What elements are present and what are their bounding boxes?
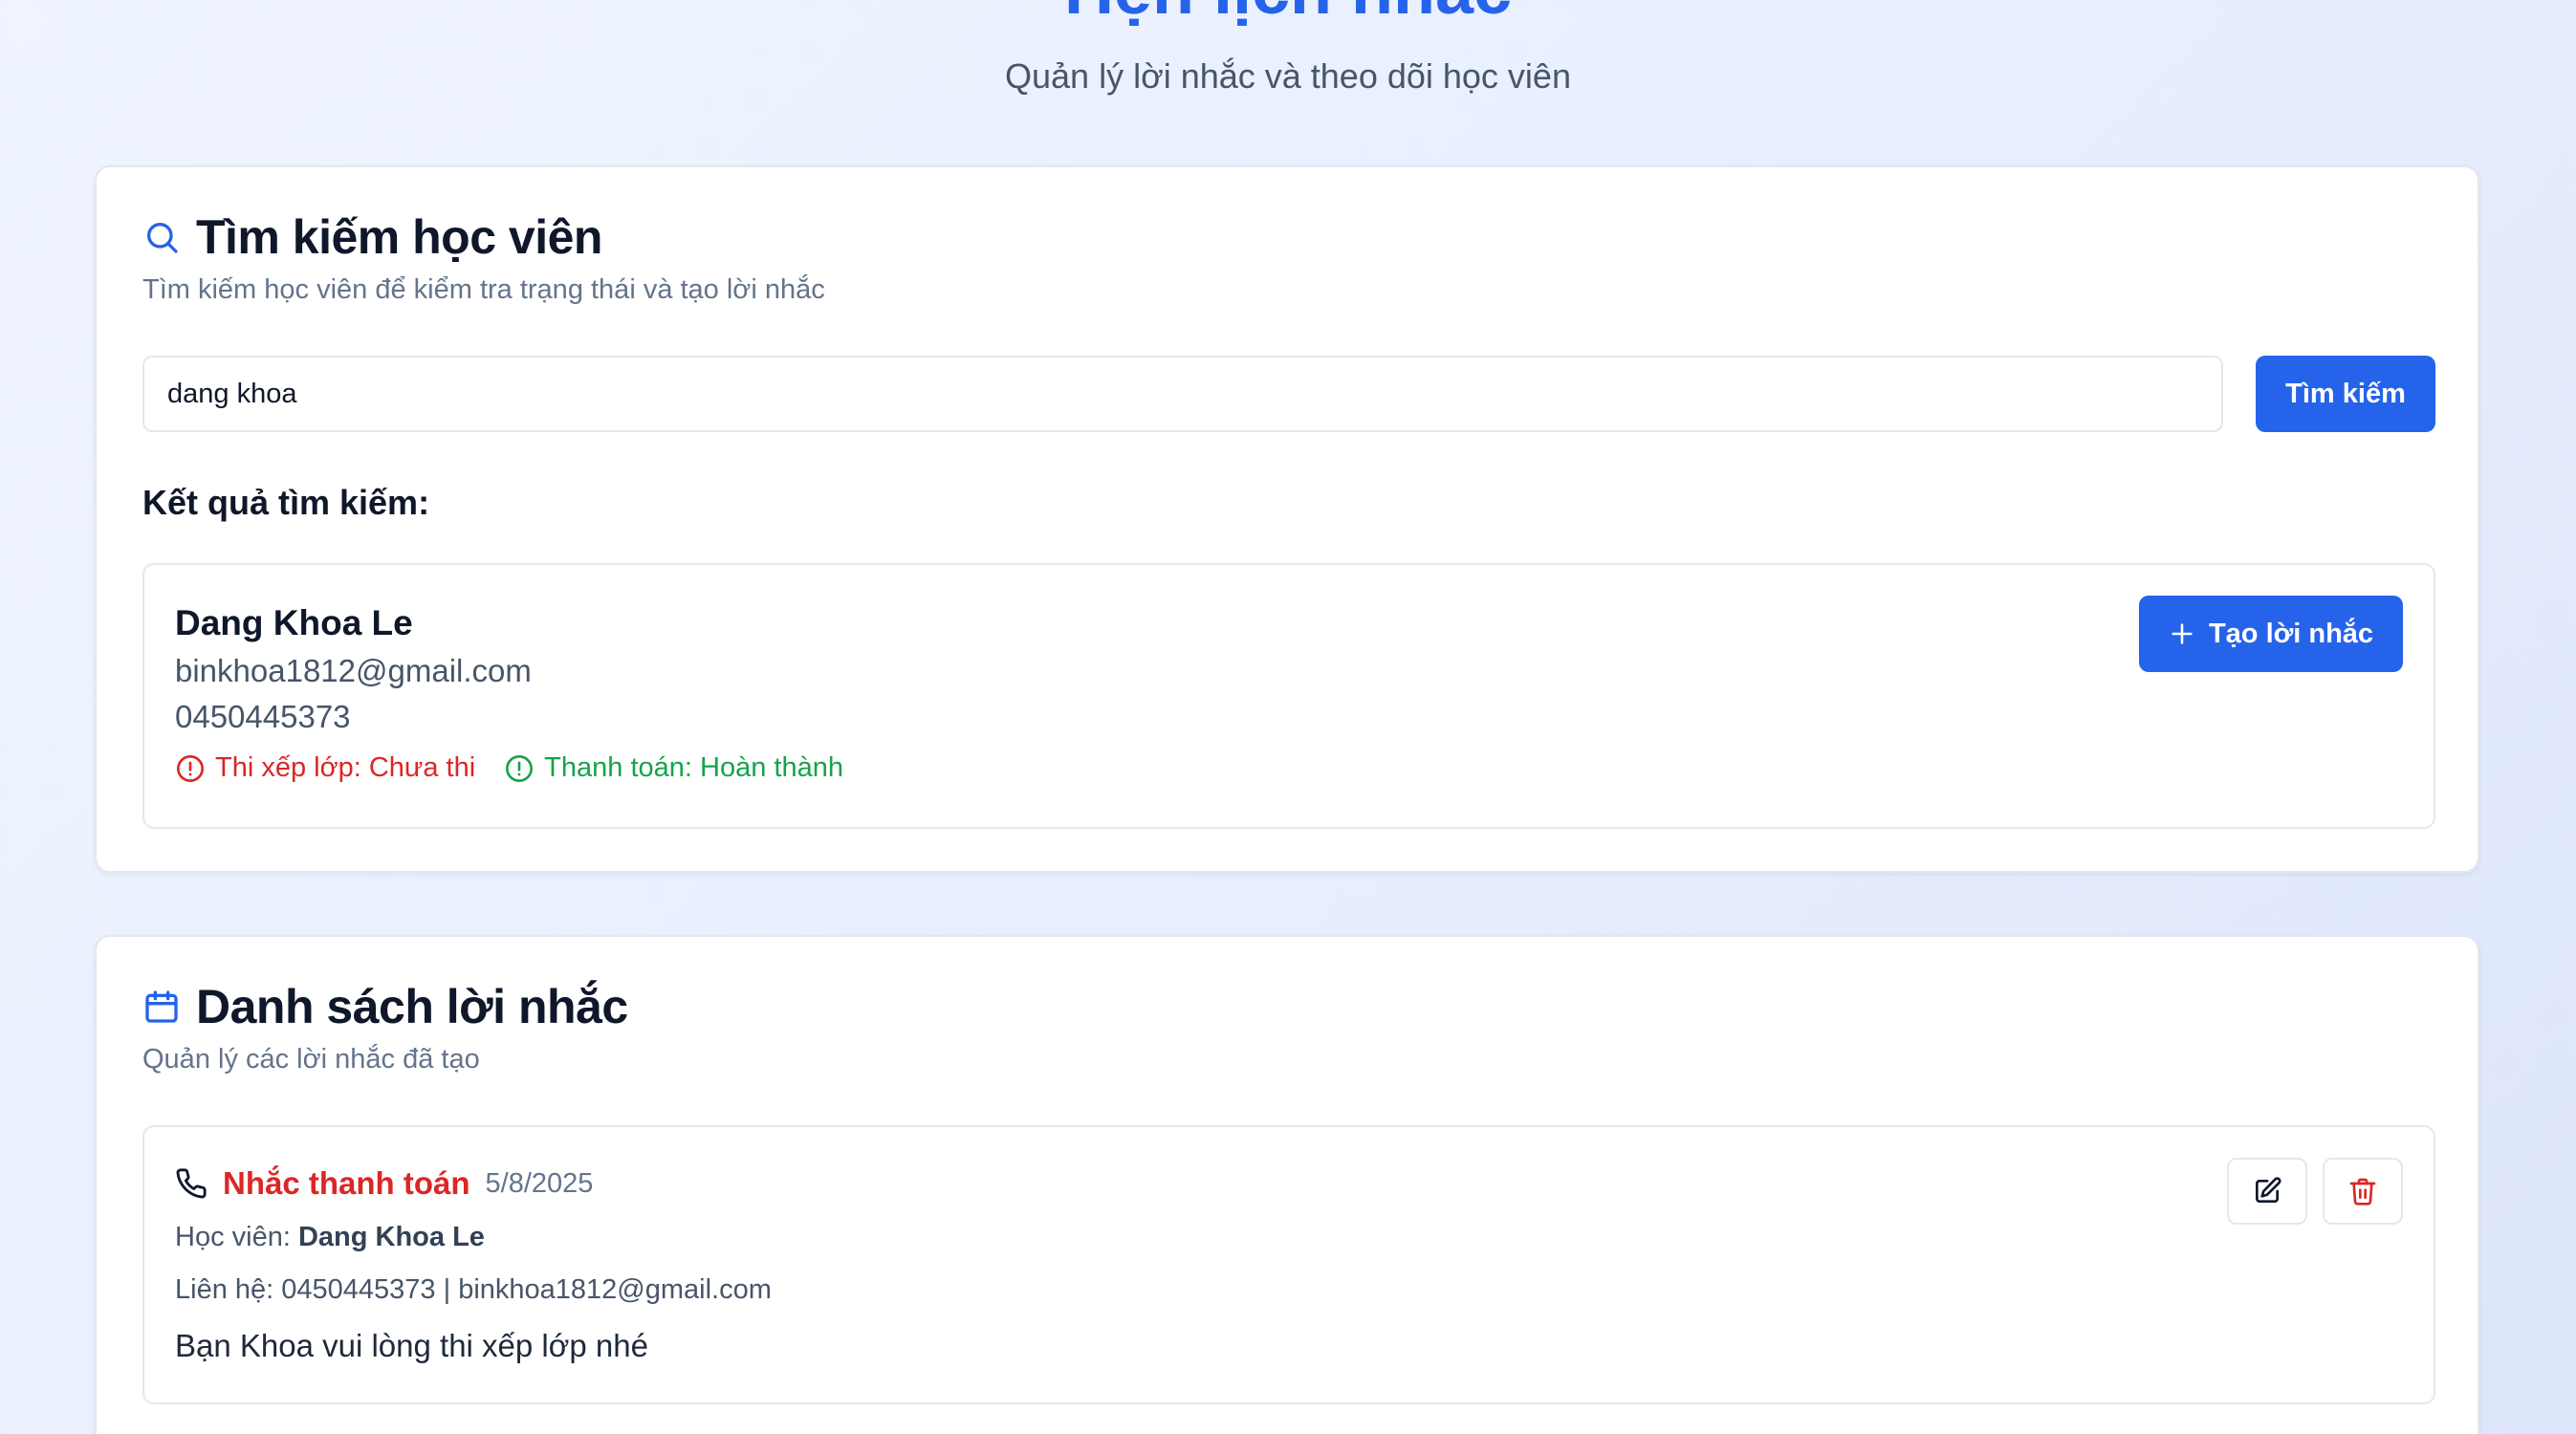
student-name: Dang Khoa Le (175, 603, 413, 642)
search-card-title: Tìm kiếm học viên (196, 210, 602, 264)
search-card-header: Tìm kiếm học viên (142, 209, 602, 265)
create-reminder-button[interactable]: Tạo lời nhắc (2139, 596, 2403, 672)
search-input[interactable] (142, 356, 2223, 432)
placement-test-status-label: Thi xếp lớp: Chưa thi (215, 752, 476, 783)
search-button[interactable]: Tìm kiếm (2256, 356, 2435, 432)
search-card: Tìm kiếm học viên Tìm kiếm học viên để k… (95, 165, 2479, 873)
reminder-date: 5/8/2025 (485, 1167, 594, 1199)
reminder-list-card: Danh sách lời nhắc Quản lý các lời nhắc … (95, 935, 2479, 1434)
create-reminder-label: Tạo lời nhắc (2208, 618, 2374, 649)
trash-icon (2349, 1178, 2376, 1206)
reminder-student: Học viên: Dang Khoa Le (175, 1222, 485, 1253)
edit-icon (2256, 1177, 2281, 1203)
reminder-type: Nhắc thanh toán (223, 1165, 470, 1201)
delete-reminder-button[interactable] (2323, 1158, 2403, 1225)
search-icon (147, 223, 178, 253)
reminder-student-prefix: Học viên: (175, 1222, 291, 1252)
reminder-list-description: Quản lý các lời nhắc đã tạo (142, 1044, 480, 1075)
page-title: Hẹn lịch nhắc (0, 0, 2576, 29)
reminder-note: Bạn Khoa vui lòng thi xếp lớp nhé (175, 1328, 648, 1363)
placement-test-status: Thi xếp lớp: Chưa thi (175, 752, 475, 784)
payment-status-label: Thanh toán: Hoàn thành (544, 752, 843, 783)
status-row: Thi xếp lớp: Chưa thi Thanh toán: Hoàn t… (175, 752, 843, 784)
phone-icon (176, 1168, 207, 1199)
page-subtitle: Quản lý lời nhắc và theo dõi học viên (1005, 56, 1571, 96)
alert-circle-icon (177, 754, 204, 782)
edit-reminder-button[interactable] (2227, 1158, 2307, 1225)
results-heading: Kết quả tìm kiếm: (142, 483, 430, 522)
student-phone: 0450445373 (175, 699, 351, 734)
calendar-icon (145, 990, 178, 1023)
reminder-list-header: Danh sách lời nhắc (142, 979, 628, 1034)
reminder-item: Nhắc thanh toán 5/8/2025 Học viên: Dang … (142, 1125, 2435, 1404)
reminder-student-name: Dang Khoa Le (297, 1222, 485, 1252)
student-result-card: Dang Khoa Le binkhoa1812@gmail.com 04504… (142, 563, 2435, 829)
payment-status: Thanh toán: Hoàn thành (504, 752, 843, 784)
alert-circle-icon (506, 754, 534, 782)
search-card-description: Tìm kiếm học viên để kiểm tra trạng thái… (142, 274, 825, 305)
reminder-list-title: Danh sách lời nhắc (196, 980, 628, 1033)
reminder-contact: Liên hệ: 0450445373 | binkhoa1812@gmail.… (175, 1274, 772, 1305)
student-email: binkhoa1812@gmail.com (175, 653, 532, 688)
search-row: Tìm kiếm (142, 356, 2435, 432)
plus-icon (2172, 623, 2193, 644)
reminder-header: Nhắc thanh toán 5/8/2025 (175, 1165, 593, 1202)
